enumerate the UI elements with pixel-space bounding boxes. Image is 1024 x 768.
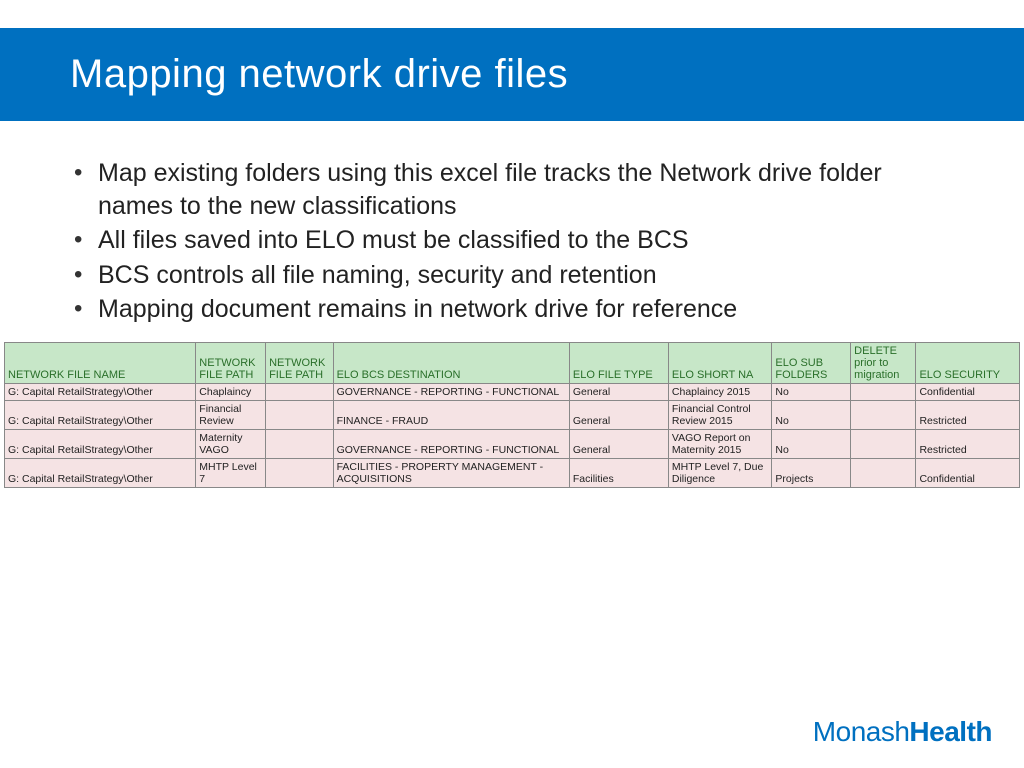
cell-sn: Financial Control Review 2015 (668, 400, 772, 429)
cell-nfp1: Maternity VAGO (196, 429, 266, 458)
cell-sn: MHTP Level 7, Due Diligence (668, 458, 772, 487)
bullet-item: Mapping document remains in network driv… (70, 293, 954, 326)
cell-bcs: FACILITIES - PROPERTY MANAGEMENT - ACQUI… (333, 458, 569, 487)
th-network-file-name: NETWORK FILE NAME (5, 342, 196, 383)
cell-del (851, 383, 916, 400)
cell-sec: Confidential (916, 458, 1020, 487)
cell-sub: No (772, 383, 851, 400)
bullet-item: BCS controls all file naming, security a… (70, 259, 954, 292)
cell-sub: No (772, 429, 851, 458)
table-header-row: NETWORK FILE NAME NETWORK FILE PATH NETW… (5, 342, 1020, 383)
title-bar: Mapping network drive files (0, 28, 1024, 121)
cell-nfp2 (266, 429, 334, 458)
cell-del (851, 429, 916, 458)
th-elo-file-type: ELO FILE TYPE (569, 342, 668, 383)
cell-nfp1: MHTP Level 7 (196, 458, 266, 487)
cell-sn: Chaplaincy 2015 (668, 383, 772, 400)
cell-bcs: GOVERNANCE - REPORTING - FUNCTIONAL (333, 383, 569, 400)
table-row: G: Capital RetailStrategy\Other Financia… (5, 400, 1020, 429)
table-row: G: Capital RetailStrategy\Other Maternit… (5, 429, 1020, 458)
cell-sn: VAGO Report on Maternity 2015 (668, 429, 772, 458)
cell-nfp2 (266, 458, 334, 487)
cell-nfn: G: Capital RetailStrategy\Other (5, 458, 196, 487)
th-elo-bcs-destination: ELO BCS DESTINATION (333, 342, 569, 383)
th-delete-prior: DELETE prior to migration (851, 342, 916, 383)
logo-part-2: Health (909, 716, 992, 747)
cell-sub: No (772, 400, 851, 429)
cell-sec: Restricted (916, 429, 1020, 458)
bullet-item: All files saved into ELO must be classif… (70, 224, 954, 257)
table-row: G: Capital RetailStrategy\Other Chaplain… (5, 383, 1020, 400)
content-area: Map existing folders using this excel fi… (0, 121, 1024, 326)
cell-ft: General (569, 429, 668, 458)
slide-title: Mapping network drive files (70, 52, 1024, 97)
cell-nfp2 (266, 400, 334, 429)
cell-sub: Projects (772, 458, 851, 487)
logo-part-1: Monash (813, 716, 910, 747)
cell-ft: General (569, 400, 668, 429)
footer-logo: MonashHealth (813, 716, 992, 748)
cell-ft: General (569, 383, 668, 400)
mapping-table-wrap: NETWORK FILE NAME NETWORK FILE PATH NETW… (0, 328, 1024, 488)
cell-bcs: GOVERNANCE - REPORTING - FUNCTIONAL (333, 429, 569, 458)
th-network-file-path-2: NETWORK FILE PATH (266, 342, 334, 383)
cell-nfp2 (266, 383, 334, 400)
cell-del (851, 458, 916, 487)
th-elo-sub-folders: ELO SUB FOLDERS (772, 342, 851, 383)
mapping-table: NETWORK FILE NAME NETWORK FILE PATH NETW… (4, 342, 1020, 488)
cell-sec: Confidential (916, 383, 1020, 400)
bullet-item: Map existing folders using this excel fi… (70, 157, 954, 222)
cell-bcs: FINANCE - FRAUD (333, 400, 569, 429)
th-elo-security: ELO SECURITY (916, 342, 1020, 383)
cell-nfn: G: Capital RetailStrategy\Other (5, 400, 196, 429)
cell-sec: Restricted (916, 400, 1020, 429)
cell-nfn: G: Capital RetailStrategy\Other (5, 429, 196, 458)
cell-nfn: G: Capital RetailStrategy\Other (5, 383, 196, 400)
th-elo-short-name: ELO SHORT NA (668, 342, 772, 383)
cell-nfp1: Chaplaincy (196, 383, 266, 400)
table-row: G: Capital RetailStrategy\Other MHTP Lev… (5, 458, 1020, 487)
cell-ft: Facilities (569, 458, 668, 487)
cell-del (851, 400, 916, 429)
bullet-list: Map existing folders using this excel fi… (70, 157, 954, 326)
cell-nfp1: Financial Review (196, 400, 266, 429)
th-network-file-path-1: NETWORK FILE PATH (196, 342, 266, 383)
